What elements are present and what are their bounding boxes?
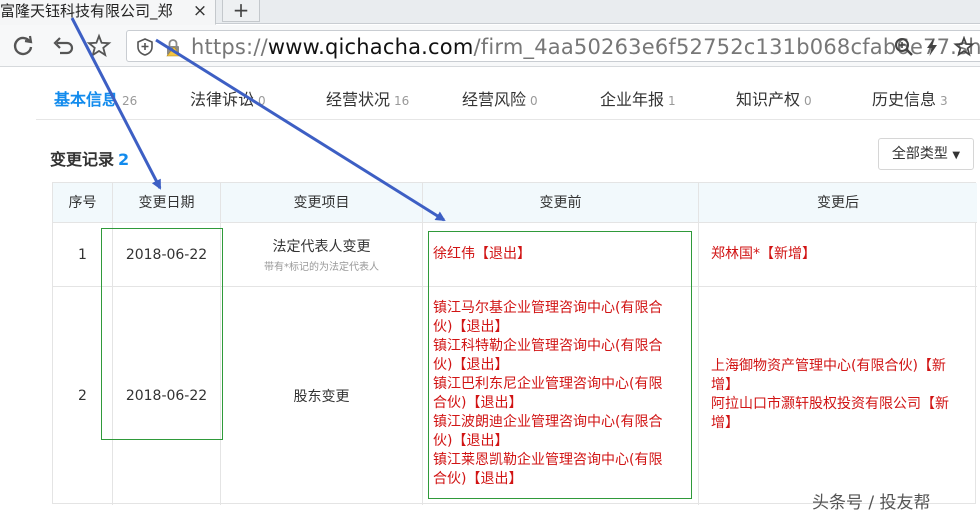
col-header-item: 变更项目 xyxy=(221,183,423,223)
row2-before-line: 合伙)【退出】 xyxy=(433,471,523,487)
row2-after-line: 上海御物资产管理中心(有限合伙)【新 xyxy=(711,358,946,374)
tab-ip[interactable]: 知识产权 0 xyxy=(736,88,812,112)
lock-icon[interactable] xyxy=(163,37,183,57)
row2-before-line: 伙)【退出】 xyxy=(433,433,509,449)
row1-after: 郑林国*【新增】 xyxy=(699,223,977,287)
row2-before-line: 合伙)【退出】 xyxy=(433,395,523,411)
row2-after: 上海御物资产管理中心(有限合伙)【新 增】 阿拉山口市灏轩股权投资有限公司【新 … xyxy=(699,287,977,505)
section-count: 2 xyxy=(118,150,130,169)
tab-history[interactable]: 历史信息 3 xyxy=(872,88,948,112)
row2-before-line: 镇江莱恩凯勒企业管理咨询中心(有限 xyxy=(433,452,663,468)
row2-date: 2018-06-22 xyxy=(113,287,221,505)
row2-before: 镇江马尔基企业管理咨询中心(有限合 伙)【退出】 镇江科特勒企业管理咨询中心(有… xyxy=(423,287,699,505)
company-page: 基本信息 26 法律诉讼 0 经营状况 16 经营风险 0 企业年报 1 知识产权 0 历史… xyxy=(36,68,980,517)
section-title: 变更记录 2 xyxy=(50,150,130,169)
star-icon[interactable] xyxy=(86,33,112,59)
address-bar[interactable]: https://www.qichacha.com/firm_4aa50263e6… xyxy=(126,30,980,62)
row1-before: 徐红伟【退出】 xyxy=(423,223,699,287)
row2-item: 股东变更 xyxy=(221,287,423,505)
browser-tab-title: 富隆天钰科技有限公司_郑 xyxy=(0,2,173,20)
close-tab-icon[interactable]: × xyxy=(190,0,210,22)
new-tab-button[interactable]: + xyxy=(222,0,260,22)
row1-date: 2018-06-22 xyxy=(113,223,221,287)
row1-item: 法定代表人变更 带有*标记的为法定代表人 xyxy=(221,223,423,287)
row2-after-line: 阿拉山口市灏轩股权投资有限公司【新 xyxy=(711,396,949,412)
tab-annual-report[interactable]: 企业年报 1 xyxy=(600,88,676,112)
browser-toolbar: https://www.qichacha.com/firm_4aa50263e6… xyxy=(0,25,980,67)
row2-before-line: 镇江巴利东尼企业管理咨询中心(有限 xyxy=(433,376,663,392)
row2-before-line: 伙)【退出】 xyxy=(433,319,509,335)
star-outline-icon[interactable] xyxy=(953,35,975,58)
refresh-icon[interactable] xyxy=(10,33,36,59)
lightning-icon[interactable] xyxy=(921,36,943,58)
tab-lawsuits[interactable]: 法律诉讼 0 xyxy=(190,88,266,112)
col-header-no: 序号 xyxy=(53,183,113,223)
row2-before-line: 伙)【退出】 xyxy=(433,357,509,373)
tab-basic-info[interactable]: 基本信息 26 xyxy=(54,88,137,112)
row2-no: 2 xyxy=(53,287,113,505)
undo-icon[interactable] xyxy=(48,33,74,59)
tab-risks[interactable]: 经营风险 0 xyxy=(462,88,538,112)
row1-after-line: 郑林国*【新增】 xyxy=(711,246,816,262)
caret-down-icon: ▼ xyxy=(952,150,961,161)
row2-after-line: 增】 xyxy=(711,377,739,393)
row2-before-line: 镇江马尔基企业管理咨询中心(有限合 xyxy=(433,300,663,316)
row2-after-line: 增】 xyxy=(711,415,739,431)
col-header-after: 变更后 xyxy=(699,183,977,223)
row2-before-line: 镇江科特勒企业管理咨询中心(有限合 xyxy=(433,338,663,354)
watermark: 头条号 / 投友帮 xyxy=(812,493,931,513)
shield-icon[interactable] xyxy=(135,37,155,57)
browser-tab[interactable]: 富隆天钰科技有限公司_郑 × xyxy=(0,0,216,25)
row1-before-line: 徐红伟【退出】 xyxy=(433,246,531,262)
type-filter-dropdown[interactable]: 全部类型 ▼ xyxy=(878,138,974,170)
tab-operations[interactable]: 经营状况 16 xyxy=(326,88,409,112)
search-icon[interactable] xyxy=(893,36,915,58)
browser-tab-strip: 富隆天钰科技有限公司_郑 × + xyxy=(0,0,980,25)
row1-no: 1 xyxy=(53,223,113,287)
col-header-date: 变更日期 xyxy=(113,183,221,223)
row1-item-note: 带有*标记的为法定代表人 xyxy=(264,262,379,273)
col-header-before: 变更前 xyxy=(423,183,699,223)
change-record-table: 序号 变更日期 变更项目 变更前 变更后 1 2018-06-22 法定代表人变… xyxy=(52,182,977,505)
url-text[interactable]: https://www.qichacha.com/firm_4aa50263e6… xyxy=(191,34,980,60)
section-nav: 基本信息 26 法律诉讼 0 经营状况 16 经营风险 0 企业年报 1 知识产权 0 历史… xyxy=(36,68,980,120)
row1-item-label: 法定代表人变更 xyxy=(272,239,371,255)
row2-before-line: 镇江波朗迪企业管理咨询中心(有限合 xyxy=(433,414,663,430)
